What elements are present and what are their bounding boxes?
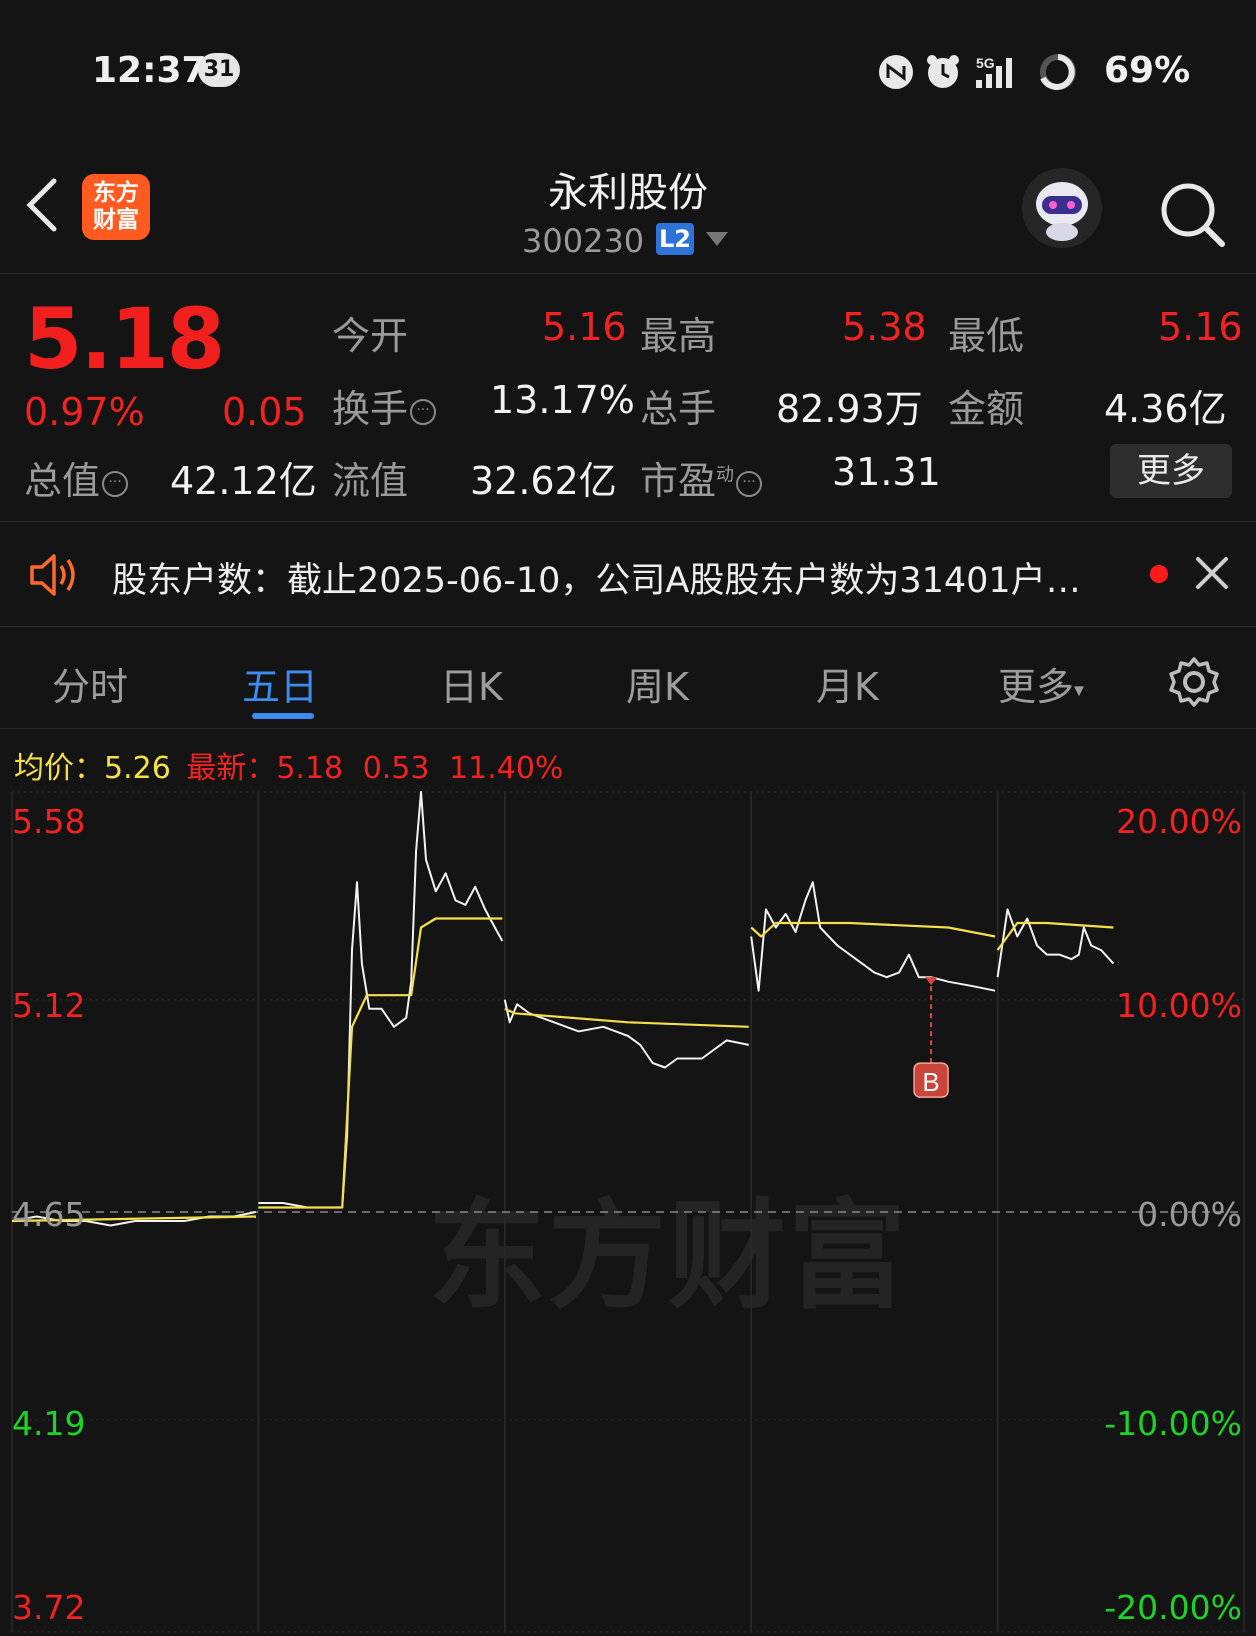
- calendar-badge: 31: [198, 53, 240, 87]
- tab-intraday[interactable]: 分时: [52, 656, 128, 711]
- speaker-icon: [30, 554, 75, 596]
- marker-pointer: [925, 977, 938, 986]
- change-amount: 0.05: [222, 390, 307, 434]
- low-label: 最低: [948, 314, 1025, 358]
- close-icon[interactable]: [1194, 555, 1230, 591]
- active-tab-indicator: [252, 713, 314, 719]
- status-time: 12:37: [92, 50, 207, 91]
- info-icon[interactable]: ···: [736, 470, 763, 497]
- price-line: [996, 908, 1115, 978]
- latest-change: 0.53: [362, 751, 430, 786]
- y-tick-left: 4.65: [12, 1195, 86, 1234]
- mktcap-value: 42.12亿: [170, 459, 317, 503]
- info-icon[interactable]: ···: [410, 398, 437, 425]
- five-day-chart[interactable]: B: [0, 788, 1256, 1636]
- y-tick-left: 5.58: [12, 802, 86, 841]
- info-icon[interactable]: ···: [102, 470, 129, 497]
- price-line: [750, 881, 996, 992]
- buy-marker-label: B: [922, 1067, 939, 1097]
- avg-label: 均价：: [14, 751, 104, 786]
- pe-label-text: 市盈: [640, 459, 717, 503]
- average-price-line: [750, 921, 996, 938]
- change-percent: 0.97%: [24, 390, 145, 434]
- turnover-value: 13.17%: [490, 378, 635, 422]
- svg-text:5G: 5G: [976, 55, 995, 71]
- average-price-line: [258, 917, 503, 1209]
- tab-monthly-k[interactable]: 月K: [816, 656, 879, 711]
- nfc-icon: [879, 55, 913, 89]
- unread-dot: [1150, 565, 1168, 583]
- search-icon[interactable]: [1158, 180, 1228, 250]
- avg-value: 5.26: [104, 751, 171, 786]
- turnover-label-text: 换手: [332, 387, 409, 431]
- open-value: 5.16: [542, 305, 627, 349]
- average-price-line: [996, 921, 1114, 951]
- robot-assistant-icon[interactable]: [1022, 168, 1102, 248]
- y-tick-right: 10.00%: [1116, 986, 1242, 1025]
- chevron-down-icon[interactable]: [706, 232, 728, 246]
- high-label: 最高: [640, 314, 717, 358]
- mktcap-label-text: 总值: [24, 459, 101, 503]
- price-line: [503, 999, 749, 1069]
- alarm-icon: [927, 55, 959, 88]
- y-tick-right: -20.00%: [1104, 1588, 1242, 1627]
- volume-label: 总手: [640, 387, 717, 431]
- chart-lines: [11, 791, 1115, 1227]
- y-tick-left: 3.72: [12, 1588, 86, 1627]
- battery-ring-icon: [1040, 54, 1076, 90]
- tab-more-label: 更多: [998, 665, 1075, 709]
- status-icons: 5G: [879, 54, 1076, 90]
- float-value: 32.62亿: [470, 459, 617, 503]
- buy-marker: B: [913, 977, 949, 1098]
- volume-value: 82.93万: [776, 387, 923, 431]
- stock-code[interactable]: 300230: [522, 222, 644, 260]
- pe-label: 市盈动 ···: [640, 450, 763, 505]
- notice-text[interactable]: 股东户数：截止2025-06-10，公司A股股东户数为31401户…: [112, 552, 1081, 603]
- y-tick-left: 5.12: [12, 986, 86, 1025]
- latest-value: 5.18: [276, 751, 344, 786]
- signal-icon: 5G: [976, 55, 1012, 88]
- tab-weekly-k[interactable]: 周K: [626, 656, 689, 711]
- chart-grid: [11, 791, 1245, 1633]
- turnover-label: 换手 ···: [332, 378, 437, 433]
- last-price: 5.18: [24, 290, 225, 388]
- tab-daily-k[interactable]: 日K: [440, 656, 503, 711]
- y-tick-right: 0.00%: [1137, 1195, 1242, 1234]
- tab-more[interactable]: 更多▾: [998, 656, 1084, 711]
- level2-badge[interactable]: L2: [656, 223, 694, 255]
- divider: [0, 273, 1256, 274]
- float-label: 流值: [332, 459, 409, 503]
- latest-percent: 11.40%: [449, 751, 564, 786]
- latest-label: 最新：: [186, 751, 277, 786]
- pe-superscript: 动: [716, 464, 735, 486]
- high-value: 5.38: [842, 305, 927, 349]
- mktcap-label: 总值 ···: [24, 450, 129, 505]
- amount-label: 金额: [948, 387, 1025, 431]
- low-value: 5.16: [1158, 305, 1243, 349]
- amount-value: 4.36亿: [1104, 387, 1227, 431]
- battery-percent: 69%: [1104, 50, 1191, 91]
- gear-icon[interactable]: [1168, 656, 1220, 708]
- pe-value: 31.31: [832, 450, 941, 494]
- more-quote-button[interactable]: 更多: [1110, 444, 1232, 498]
- y-tick-right: 20.00%: [1116, 802, 1242, 841]
- caret-down-icon: ▾: [1074, 677, 1085, 702]
- divider: [0, 728, 1256, 729]
- y-tick-left: 4.19: [12, 1404, 86, 1443]
- tab-five-day[interactable]: 五日: [242, 656, 318, 711]
- open-label: 今开: [332, 314, 409, 358]
- chart-legend: 均价：5.26 最新：5.18 0.53 11.40%: [14, 743, 563, 787]
- divider: [0, 521, 1256, 522]
- divider: [0, 626, 1256, 627]
- y-tick-right: -10.00%: [1104, 1404, 1242, 1443]
